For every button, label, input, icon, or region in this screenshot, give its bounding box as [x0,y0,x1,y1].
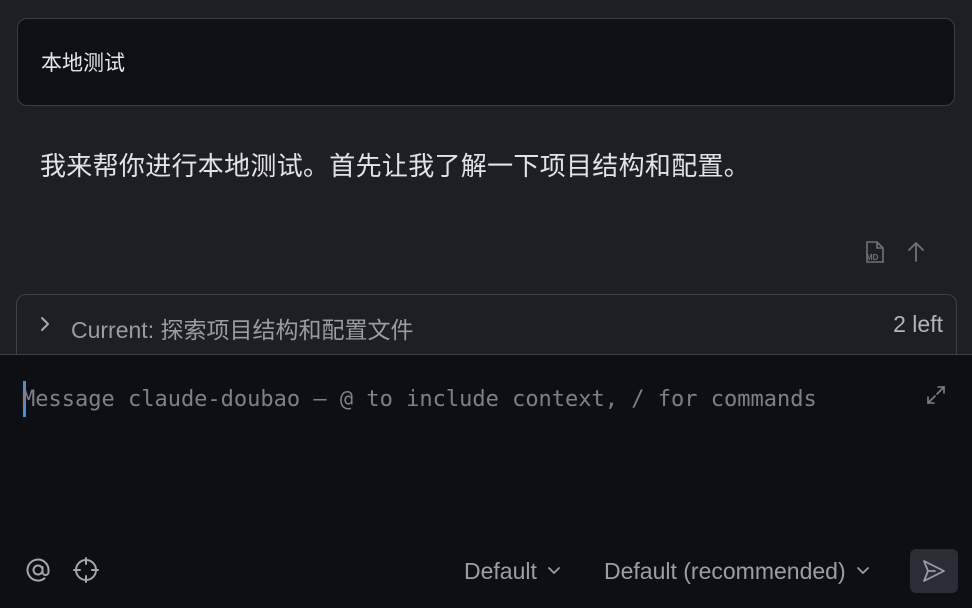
assistant-message: 我来帮你进行本地测试。首先让我了解一下项目结构和配置。 [40,146,750,183]
current-task-text: 探索项目结构和配置文件 [160,317,414,343]
svg-text:MD: MD [866,253,879,262]
model-dropdown-label: Default (recommended) [604,557,846,584]
chevron-down-icon [547,567,560,574]
send-icon [923,560,945,582]
current-task-label: Current: 探索项目结构和配置文件 [71,311,413,345]
send-button[interactable] [910,549,958,593]
model-dropdown[interactable]: Default (recommended) [604,555,870,587]
message-composer: Default Default (recommended) [0,354,972,608]
markdown-file-icon[interactable]: MD [862,239,888,265]
message-input[interactable] [22,381,902,417]
arrow-up-icon[interactable] [903,239,929,265]
mode-dropdown[interactable]: Default [464,555,561,587]
crosshair-icon[interactable] [71,555,101,585]
mode-dropdown-label: Default [464,557,537,584]
at-mention-icon[interactable] [23,555,53,585]
current-prefix: Current: [71,317,155,343]
user-message-text: 本地测试 [41,51,125,75]
chevron-down-icon [856,567,869,574]
tasks-remaining: 2 left [893,311,943,337]
assistant-message-text: 我来帮你进行本地测试。首先让我了解一下项目结构和配置。 [40,152,751,182]
expand-icon[interactable] [924,383,948,407]
user-message: 本地测试 [17,18,955,106]
chevron-right-icon[interactable] [37,315,53,333]
message-actions: MD [862,236,929,268]
